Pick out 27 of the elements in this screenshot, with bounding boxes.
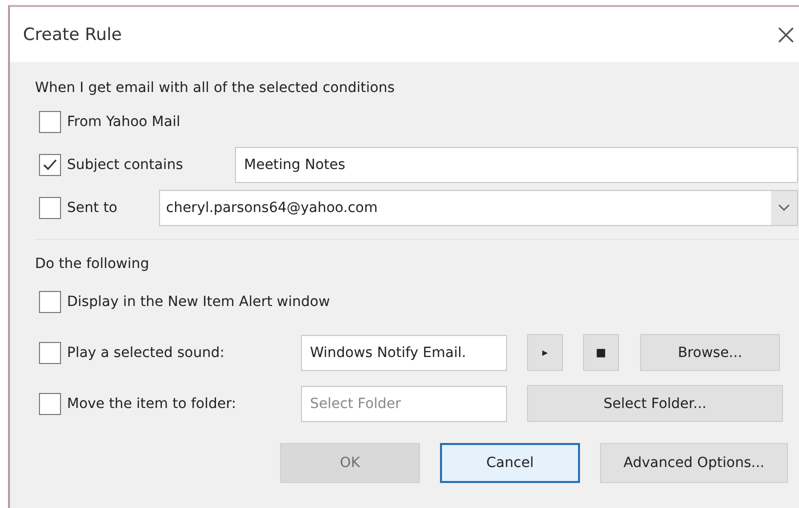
checkbox[interactable]: [39, 110, 61, 132]
window-title: Create Rule: [23, 24, 123, 44]
folder-field[interactable]: Select Folder: [301, 386, 507, 422]
checkbox-label[interactable]: From Yahoo Mail: [67, 114, 180, 130]
section-heading: When I get email with all of the selected conditions: [35, 79, 396, 98]
sound-field[interactable]: Windows Notify Email.: [301, 334, 507, 370]
browse-button[interactable]: Browse...: [640, 334, 780, 371]
checkbox-label[interactable]: Play a selected sound:: [67, 344, 301, 360]
close-icon[interactable]: [777, 26, 795, 44]
address-combo[interactable]: cheryl.parsons64@yahoo.com: [159, 190, 798, 226]
chevron-down-icon: [778, 204, 790, 212]
checkbox[interactable]: [39, 342, 61, 364]
checkbox-label[interactable]: Move the item to folder:: [67, 396, 301, 412]
play-button[interactable]: ▸: [527, 334, 563, 371]
stop-button[interactable]: ■: [583, 334, 619, 371]
checkbox[interactable]: [39, 290, 61, 312]
select-folder-button[interactable]: Select Folder...: [527, 385, 783, 422]
checkbox-label[interactable]: Display in the New Item Alert window: [67, 294, 330, 310]
checkbox[interactable]: [39, 154, 61, 176]
checkbox-label[interactable]: Subject contains: [67, 156, 235, 172]
checkbox[interactable]: [39, 196, 61, 218]
checkbox-label[interactable]: Sent to: [67, 200, 159, 216]
subject-field[interactable]: Meeting Notes: [235, 146, 798, 182]
checkbox[interactable]: [39, 392, 61, 414]
dialog-button[interactable]: Advanced Options...: [600, 443, 788, 483]
section-heading: Do the following: [35, 255, 150, 274]
dialog-button[interactable]: Cancel: [440, 443, 580, 483]
